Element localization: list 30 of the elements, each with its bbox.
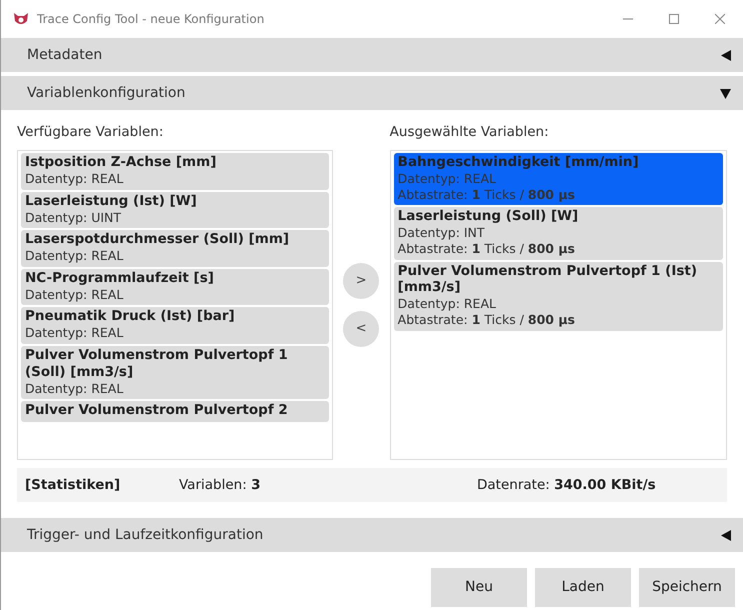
section-header[interactable]: Trigger- und Laufzeitkonfiguration <box>1 518 743 552</box>
variable-item[interactable]: Laserspotdurchmesser (Soll) [mm] Datentyp: REAL <box>21 230 329 267</box>
variable-count: Variablen: 3 <box>179 476 262 496</box>
save-button[interactable]: Speichern <box>639 568 735 608</box>
new-button[interactable]: Neu <box>431 568 527 608</box>
maximize-icon[interactable] <box>669 14 679 24</box>
minimize-icon[interactable] <box>623 18 633 20</box>
load-button[interactable]: Laden <box>535 568 631 608</box>
statistics-title: [Statistiken] <box>25 476 122 496</box>
variable-item[interactable]: Laserleistung (Ist) [W] Datentyp: UINT <box>21 192 329 228</box>
variable-item[interactable]: NC-Programmlaufzeit [s] Datentyp: REAL <box>21 268 329 306</box>
section-header[interactable]: Metadaten <box>1 38 743 72</box>
variable-item[interactable]: Pneumatik Druck (Ist) [bar] Datentyp: REAL <box>21 307 329 344</box>
expand-arrow-icon[interactable] <box>720 530 731 541</box>
variable-item[interactable]: Pulver Volumenstrom Pulvertopf 2 <box>21 401 329 422</box>
list-label: Ausgewählte Variablen: <box>390 123 550 142</box>
list-label: Verfügbare Variablen: <box>17 123 164 142</box>
window-title: Trace Config Tool - neue Konfiguration <box>37 11 264 28</box>
expand-arrow-icon[interactable] <box>720 50 731 60</box>
remove-button[interactable]: < <box>343 311 380 348</box>
variable-item[interactable]: Pulver Volumenstrom Pulvertopf 1 (Ist) [mm3/s] Datentyp: REAL Abtastrate: 1 Ticks / 800 µs <box>394 262 723 330</box>
add-button[interactable]: > <box>343 263 380 300</box>
app-logo-icon <box>13 12 29 26</box>
variable-item[interactable]: Pulver Volumenstrom Pulvertopf 1 (Soll) [mm3/s] Datentyp: REAL <box>21 346 329 400</box>
collapse-arrow-icon[interactable] <box>720 88 731 98</box>
close-icon[interactable] <box>715 14 725 24</box>
section-header[interactable]: Variablenkonfiguration <box>1 76 743 110</box>
variable-item[interactable]: Laserleistung (Soll) [W] Datentyp: INT Abtastrate: 1 Ticks / 800 µs <box>394 207 723 260</box>
variable-item[interactable]: Istposition Z-Achse [mm] Datentyp: REAL <box>21 153 329 190</box>
data-rate: Datenrate: 340.00 KBit/s <box>477 476 656 496</box>
